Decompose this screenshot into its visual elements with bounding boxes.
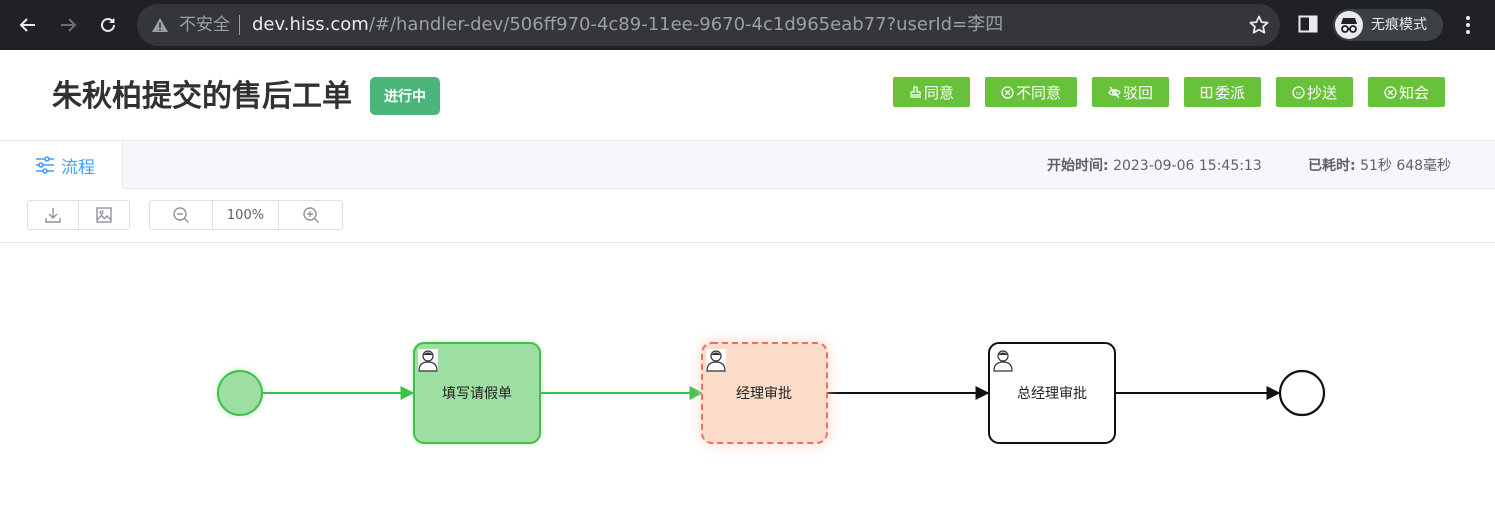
grid-icon: [1200, 86, 1213, 98]
approve-label: 同意: [923, 83, 954, 102]
stamp-icon: [909, 85, 921, 98]
export-image-button[interactable]: [79, 201, 129, 229]
zoom-out-button[interactable]: [150, 201, 213, 229]
browser-toolbar: 不安全 dev.hiss.com/#/handler-dev/506ff970-…: [0, 0, 1495, 50]
delegate-button[interactable]: 委派: [1184, 77, 1261, 107]
x-circle-icon: [1001, 85, 1014, 99]
elapsed-value: 51秒 648毫秒: [1360, 158, 1452, 174]
tab-flow-label: 流程: [61, 157, 95, 178]
more-menu-icon[interactable]: [1460, 14, 1476, 36]
security-label: 不安全: [179, 15, 230, 35]
disagree-label: 不同意: [1015, 83, 1061, 102]
zoom-out-icon: [173, 207, 189, 223]
end-event[interactable]: [1278, 369, 1326, 417]
url-host: dev.hiss.com: [252, 14, 369, 35]
svg-text:cc: cc: [1296, 90, 1302, 96]
task-label: 总经理审批: [1017, 386, 1087, 402]
user-task-icon: [705, 348, 727, 372]
disagree-button[interactable]: 不同意: [985, 77, 1077, 107]
reload-button[interactable]: [92, 9, 124, 41]
status-badge: 进行中: [370, 77, 440, 115]
start-time-value: 2023-09-06 15:45:13: [1113, 158, 1262, 174]
incognito-badge[interactable]: 无痕模式: [1333, 9, 1443, 41]
divider: [239, 15, 240, 35]
sliders-icon: [36, 156, 54, 174]
address-bar[interactable]: 不安全 dev.hiss.com/#/handler-dev/506ff970-…: [137, 4, 1280, 46]
tab-flow[interactable]: 流程: [0, 140, 123, 189]
diagram-toolbar: 100%: [0, 189, 1495, 243]
page-title: 朱秋柏提交的售后工单: [52, 79, 352, 114]
cc-icon: cc: [1292, 85, 1305, 99]
x-circle-icon: [1384, 85, 1397, 99]
reject-label: 驳回: [1122, 83, 1153, 102]
start-time: 开始时间: 2023-09-06 15:45:13: [1047, 155, 1262, 175]
approve-button[interactable]: 同意: [893, 77, 970, 107]
cc-button[interactable]: cc 抄送: [1276, 77, 1353, 107]
task-label: 填写请假单: [442, 386, 512, 402]
zoom-in-button[interactable]: [279, 201, 342, 229]
incognito-icon: [1335, 11, 1363, 39]
forward-button[interactable]: [52, 9, 84, 41]
back-button[interactable]: [12, 9, 44, 41]
arrow-left-icon: [19, 18, 35, 32]
task-manager-approval[interactable]: 经理审批: [701, 342, 828, 444]
reject-button[interactable]: 驳回: [1092, 77, 1169, 107]
reload-icon: [101, 17, 115, 32]
user-task-icon: [992, 348, 1014, 372]
download-icon: [45, 208, 61, 223]
zoom-in-icon: [302, 207, 319, 223]
download-button[interactable]: [28, 201, 79, 229]
task-gm-approval[interactable]: 总经理审批: [988, 342, 1116, 444]
warning-icon: [152, 18, 168, 32]
url-path: /#/handler-dev/506ff970-4c89-11ee-9670-4…: [368, 14, 1004, 35]
user-task-icon: [417, 348, 439, 372]
task-label: 经理审批: [736, 386, 792, 402]
tab-bar: 流程 开始时间: 2023-09-06 15:45:13 已耗时: 51秒 64…: [0, 140, 1495, 189]
start-event[interactable]: [217, 370, 263, 416]
image-icon: [96, 207, 112, 223]
incognito-label: 无痕模式: [1371, 17, 1427, 33]
task-fill-leave-form[interactable]: 填写请假单: [413, 342, 541, 444]
start-time-label: 开始时间:: [1047, 158, 1109, 174]
notify-label: 知会: [1398, 83, 1429, 102]
side-panel-icon[interactable]: [1297, 13, 1319, 35]
delegate-label: 委派: [1214, 83, 1245, 102]
elapsed-label: 已耗时:: [1308, 158, 1356, 174]
process-diagram: 填写请假单 经理审批 总经理审批: [217, 342, 1326, 444]
notify-button[interactable]: 知会: [1368, 77, 1445, 107]
arrow-right-icon: [61, 18, 77, 32]
export-group: [27, 200, 130, 230]
url-text: dev.hiss.com/#/handler-dev/506ff970-4c89…: [252, 14, 1003, 36]
elapsed-time: 已耗时: 51秒 648毫秒: [1308, 155, 1451, 175]
cc-label: 抄送: [1306, 83, 1337, 102]
zoom-level: 100%: [213, 201, 279, 229]
zoom-group: 100%: [149, 200, 343, 230]
bookmark-star-icon[interactable]: [1248, 14, 1270, 36]
process-canvas[interactable]: 填写请假单 经理审批 总经理审批: [0, 243, 1495, 520]
eye-off-icon: [1108, 86, 1121, 98]
